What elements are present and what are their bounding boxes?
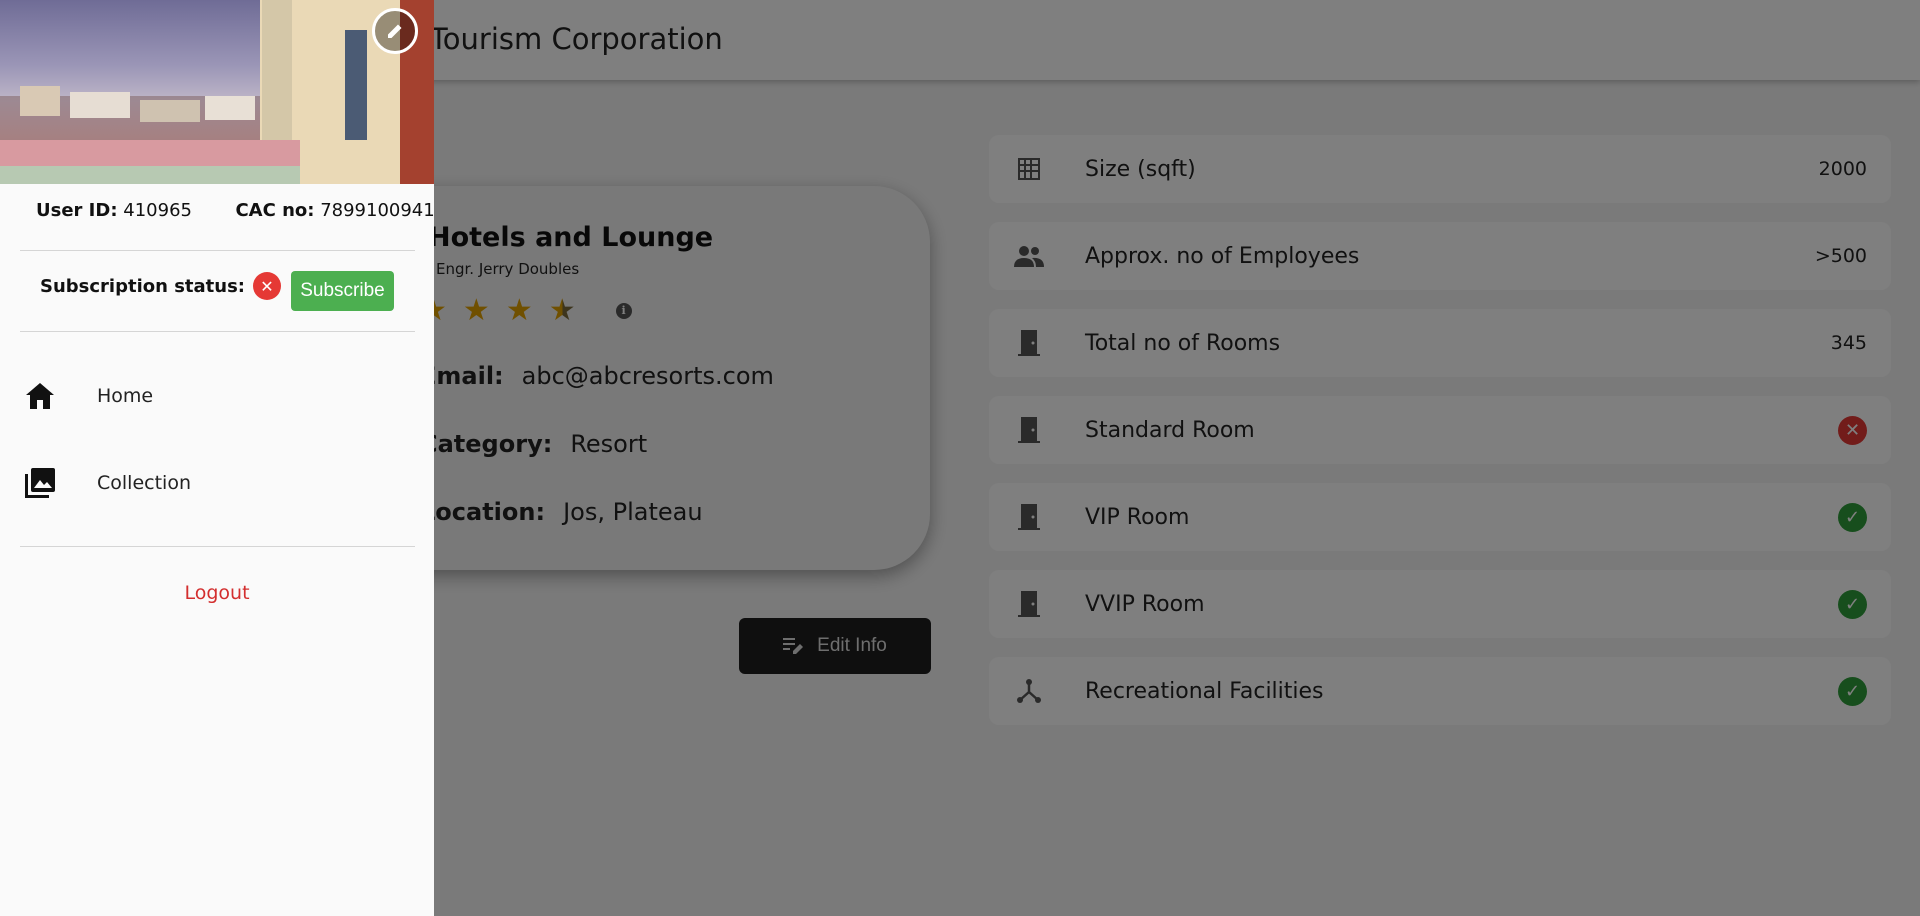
logout-link[interactable]: Logout (0, 582, 434, 604)
nav-item-collection[interactable]: Collection (0, 448, 434, 518)
divider (20, 546, 415, 547)
navigation-drawer: User ID: 410965 CAC no: 7899100941 Subsc… (0, 0, 435, 916)
edit-photo-button[interactable] (372, 8, 418, 54)
divider (20, 331, 415, 332)
cac-value: 7899100941 (320, 200, 435, 221)
user-ids: User ID: 410965 CAC no: 7899100941 (36, 200, 435, 221)
cover-photo (0, 0, 434, 184)
subscription-label: Subscription status: (40, 275, 245, 297)
nav-label-home: Home (97, 385, 154, 407)
resort-photo (0, 0, 434, 184)
subscription-status: Subscription status: ✕ (40, 272, 281, 300)
collection-icon (0, 468, 80, 498)
pencil-icon (388, 24, 402, 38)
nav-label-collection: Collection (97, 472, 191, 494)
user-id-value: 410965 (123, 200, 192, 221)
divider (20, 250, 415, 251)
subscribe-button[interactable]: Subscribe (291, 271, 394, 311)
cancel-icon: ✕ (253, 272, 281, 300)
cac-label: CAC no: (235, 200, 315, 221)
user-id-label: User ID: (36, 200, 118, 221)
home-icon (0, 383, 80, 409)
nav-item-home[interactable]: Home (0, 361, 434, 431)
